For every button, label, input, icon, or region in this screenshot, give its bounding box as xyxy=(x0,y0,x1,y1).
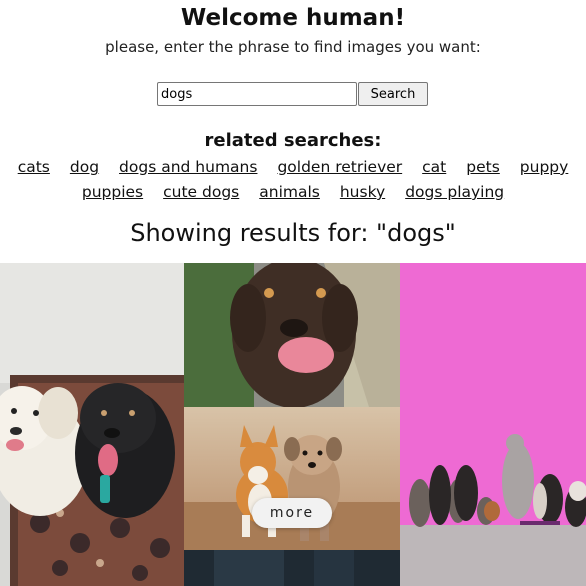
related-link-cats[interactable]: cats xyxy=(18,156,50,178)
search-input[interactable] xyxy=(157,82,357,106)
search-bar: Search xyxy=(157,82,428,106)
photo-corgi-and-terrier[interactable] xyxy=(184,407,400,550)
results-heading: Showing results for: "dogs" xyxy=(130,219,456,247)
related-link-dogs-and-humans[interactable]: dogs and humans xyxy=(119,156,257,178)
photo-two-dogs-on-rug[interactable] xyxy=(0,263,184,586)
related-searches-heading: related searches: xyxy=(204,130,382,151)
photo-brown-dog-licking[interactable] xyxy=(184,263,400,407)
page-subtitle: please, enter the phrase to find images … xyxy=(105,38,481,56)
search-button[interactable]: Search xyxy=(358,82,428,106)
related-link-cute-dogs[interactable]: cute dogs xyxy=(163,181,239,203)
related-link-pets[interactable]: pets xyxy=(466,156,500,178)
photo-dark-partial[interactable] xyxy=(184,550,400,586)
related-link-puppy[interactable]: puppy xyxy=(520,156,569,178)
photo-pink-wall-dogs[interactable] xyxy=(400,263,586,586)
more-button[interactable]: more xyxy=(252,498,332,528)
related-searches-row-1: cats dog dogs and humans golden retrieve… xyxy=(0,156,586,178)
related-link-husky[interactable]: husky xyxy=(340,181,385,203)
related-link-dogs-playing[interactable]: dogs playing xyxy=(405,181,504,203)
related-link-dog[interactable]: dog xyxy=(70,156,99,178)
related-searches-row-2: puppies cute dogs animals husky dogs pla… xyxy=(0,181,586,203)
page-title: Welcome human! xyxy=(180,5,406,31)
related-link-golden-retriever[interactable]: golden retriever xyxy=(277,156,402,178)
related-link-cat[interactable]: cat xyxy=(422,156,446,178)
related-link-animals[interactable]: animals xyxy=(259,181,320,203)
related-link-puppies[interactable]: puppies xyxy=(82,181,143,203)
